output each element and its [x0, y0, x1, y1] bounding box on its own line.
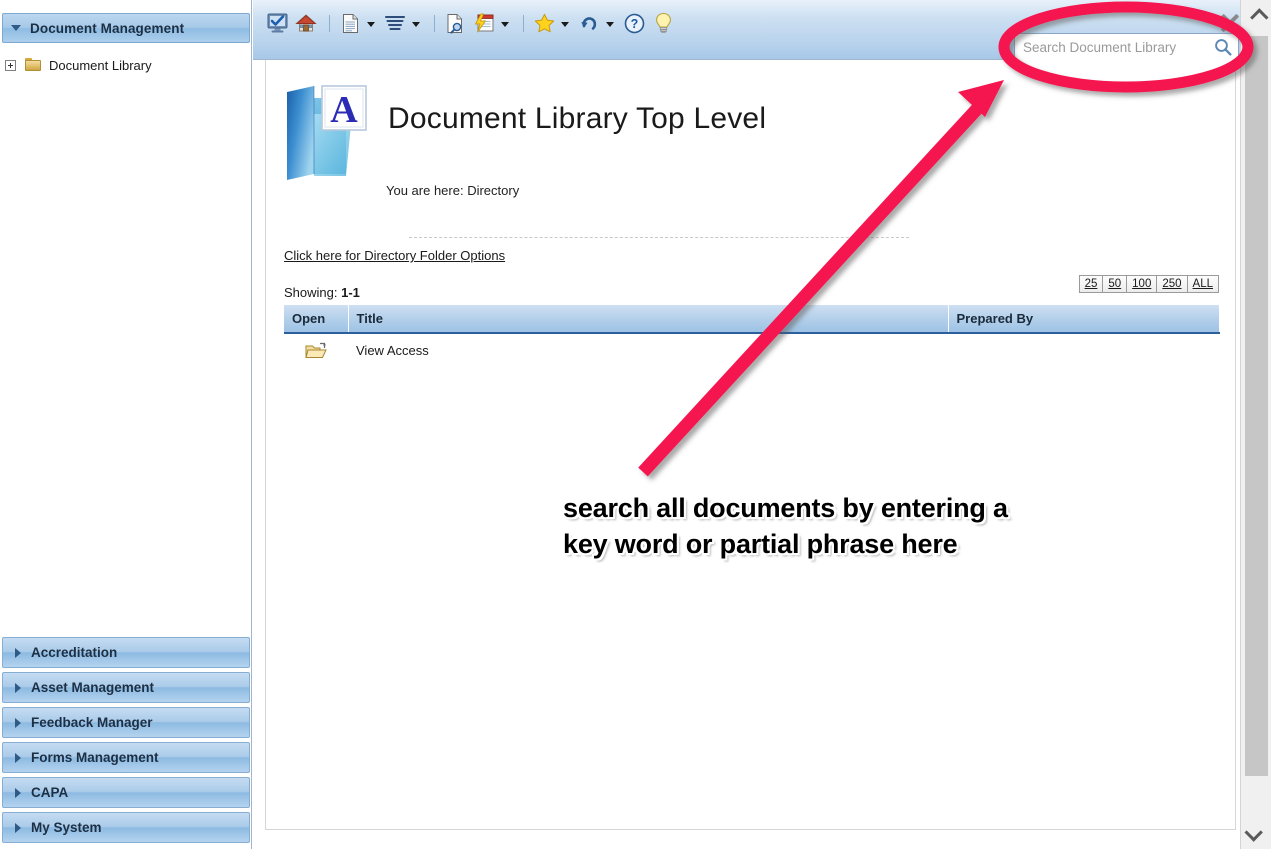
page-size-selector: 25 50 100 250 ALL — [1078, 275, 1219, 293]
sidebar-nav-sections: Accreditation Asset Management Feedback … — [0, 637, 252, 847]
scrollbar-thumb[interactable] — [1245, 36, 1268, 776]
caret-right-icon — [15, 717, 21, 728]
showing-status: Showing: 1-1 — [284, 285, 360, 300]
svg-text:?: ? — [630, 17, 638, 31]
row-title[interactable]: View Access — [348, 333, 948, 367]
page-header: A Document Library Top Level — [284, 80, 766, 185]
document-icon[interactable] — [337, 10, 363, 36]
search-box[interactable] — [1014, 33, 1239, 61]
table-row[interactable]: View Access — [284, 333, 1220, 367]
showing-label: Showing: — [284, 285, 338, 300]
document-table: Open Title Prepared By View Access — [284, 305, 1220, 367]
blue-folder-a-icon: A — [284, 80, 370, 185]
page-size-25[interactable]: 25 — [1079, 276, 1104, 292]
svg-text:A: A — [330, 89, 358, 131]
toolbar-buttons: ? — [264, 10, 679, 36]
toolbar-separator — [523, 14, 524, 32]
home-icon[interactable] — [293, 10, 319, 36]
lightning-page-icon[interactable] — [471, 10, 497, 36]
directory-folder-options-link[interactable]: Click here for Directory Folder Options — [284, 248, 505, 263]
caret-right-icon — [15, 682, 21, 693]
sidebar-item-capa[interactable]: CAPA — [2, 777, 250, 808]
row-prepared-by — [948, 333, 1220, 367]
column-header-open[interactable]: Open — [284, 305, 349, 334]
column-header-prepared-by[interactable]: Prepared By — [948, 305, 1220, 334]
sidebar-item-label: Asset Management — [31, 680, 155, 695]
toolbar-separator — [434, 14, 435, 32]
caret-down-icon — [11, 25, 21, 31]
showing-range: 1-1 — [341, 285, 360, 300]
vertical-scrollbar[interactable] — [1240, 0, 1271, 849]
quick-action-dropdown-arrow[interactable] — [501, 21, 509, 27]
list-dropdown-arrow[interactable] — [412, 21, 420, 27]
sidebar-item-label: CAPA — [31, 785, 69, 800]
sidebar-item-accreditation[interactable]: Accreditation — [2, 637, 250, 668]
chevron-up-icon — [1250, 7, 1269, 27]
help-icon[interactable]: ? — [621, 10, 647, 36]
list-lines-icon[interactable] — [382, 10, 408, 36]
sidebar-section-label: Document Management — [30, 20, 185, 36]
section-divider — [409, 237, 909, 238]
left-sidebar: Document Management Document Library Acc… — [0, 0, 252, 849]
page-size-250[interactable]: 250 — [1157, 276, 1188, 292]
scroll-down-button[interactable] — [1241, 815, 1271, 849]
sidebar-item-forms-management[interactable]: Forms Management — [2, 742, 250, 773]
sidebar-item-feedback-manager[interactable]: Feedback Manager — [2, 707, 250, 738]
table-header-row: Open Title Prepared By — [284, 305, 1220, 334]
sidebar-item-label: My System — [31, 820, 102, 835]
folder-icon — [25, 58, 42, 72]
breadcrumb: You are here: Directory — [386, 183, 520, 198]
tree-item-label: Document Library — [49, 57, 152, 73]
column-header-title[interactable]: Title — [348, 305, 949, 334]
caret-right-icon — [15, 822, 21, 833]
page-title: Document Library Top Level — [388, 102, 767, 135]
page-size-all[interactable]: ALL — [1187, 276, 1218, 292]
sidebar-tree: Document Library — [0, 52, 252, 78]
sidebar-item-asset-management[interactable]: Asset Management — [2, 672, 250, 703]
star-icon[interactable] — [531, 10, 557, 36]
caret-right-icon — [15, 647, 21, 658]
sidebar-item-label: Forms Management — [31, 750, 159, 765]
lightbulb-icon[interactable] — [650, 10, 676, 36]
undo-dropdown-arrow[interactable] — [606, 21, 614, 27]
undo-icon[interactable] — [576, 10, 602, 36]
caret-right-icon — [15, 787, 21, 798]
sidebar-section-document-management[interactable]: Document Management — [2, 13, 250, 43]
toolbar-separator — [329, 14, 330, 32]
plus-box-icon[interactable] — [5, 59, 16, 71]
row-open-cell — [284, 333, 348, 367]
application-window: Document Management Document Library Acc… — [0, 0, 1271, 849]
tree-item-document-library[interactable]: Document Library — [0, 52, 252, 78]
caret-right-icon — [15, 752, 21, 763]
sidebar-item-my-system[interactable]: My System — [2, 812, 250, 843]
sidebar-item-label: Accreditation — [31, 645, 118, 660]
chevron-down-icon — [1244, 822, 1263, 842]
search-input[interactable] — [1015, 39, 1211, 55]
open-folder-icon[interactable] — [304, 342, 327, 359]
scroll-up-button[interactable] — [1241, 0, 1271, 34]
page-size-100[interactable]: 100 — [1127, 276, 1158, 292]
favorites-dropdown-arrow[interactable] — [561, 21, 569, 27]
document-search-icon[interactable] — [442, 10, 468, 36]
document-dropdown-arrow[interactable] — [367, 21, 375, 27]
magnifier-icon[interactable] — [1211, 35, 1235, 59]
page-size-50[interactable]: 50 — [1103, 276, 1128, 292]
monitor-check-icon[interactable] — [264, 10, 290, 36]
sidebar-item-label: Feedback Manager — [31, 715, 153, 730]
main-content-panel: A Document Library Top Level You are her… — [265, 60, 1236, 830]
